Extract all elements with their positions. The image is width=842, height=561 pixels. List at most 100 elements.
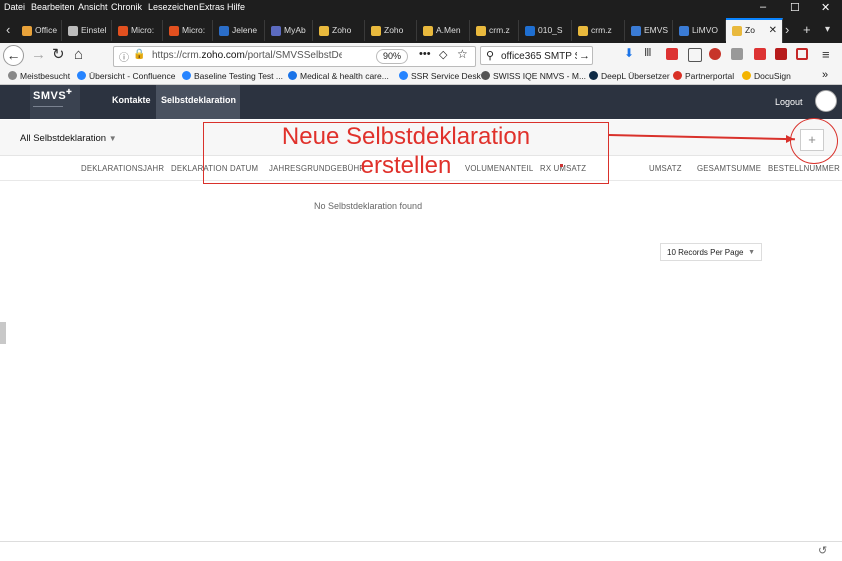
tab-favicon-icon bbox=[679, 25, 689, 36]
bookmark-item[interactable]: DeepL Übersetzer bbox=[589, 71, 670, 81]
bookmark-item[interactable]: DocuSign bbox=[742, 71, 791, 81]
side-panel-handle[interactable] bbox=[0, 322, 6, 344]
history-icon[interactable]: ↺ bbox=[818, 544, 827, 557]
view-selector[interactable]: All Selbstdeklaration ▼ bbox=[20, 133, 117, 144]
search-input[interactable]: ⚲ office365 SMTP Se → bbox=[480, 46, 593, 65]
avatar[interactable] bbox=[815, 90, 837, 112]
bookmark-label: Medical & health care... bbox=[300, 71, 389, 81]
forward-icon[interactable]: → bbox=[31, 46, 46, 64]
sidebar-icon[interactable] bbox=[688, 48, 702, 62]
close-tab-icon[interactable]: ✕ bbox=[769, 20, 777, 41]
zoom-level[interactable]: 90% bbox=[376, 49, 409, 64]
new-tab-icon[interactable]: + bbox=[803, 22, 811, 37]
bookmark-favicon-icon bbox=[589, 71, 598, 80]
tab-label: MyAb bbox=[284, 25, 306, 35]
tab-scroll-right-icon[interactable]: › bbox=[785, 22, 789, 37]
nav-kontakte[interactable]: Kontakte bbox=[112, 95, 151, 105]
browser-tab[interactable]: crm.z bbox=[572, 20, 625, 41]
browser-tab[interactable]: Zo ✕ bbox=[726, 18, 783, 43]
nav-selbstdeklaration[interactable]: Selbstdeklaration bbox=[161, 95, 236, 105]
browser-tab[interactable]: crm.z bbox=[470, 20, 519, 41]
extension-icon[interactable] bbox=[709, 48, 721, 60]
browser-tab[interactable]: A.Men bbox=[417, 20, 470, 41]
menu-help[interactable]: Hilfe bbox=[227, 2, 245, 12]
logout-link[interactable]: Logout bbox=[775, 97, 803, 107]
tab-favicon-icon bbox=[169, 25, 179, 36]
info-icon[interactable]: ⓘ bbox=[119, 49, 129, 64]
browser-tab[interactable]: Zoho bbox=[313, 20, 365, 41]
browser-tab[interactable]: Micro: bbox=[163, 20, 213, 41]
browser-tab[interactable]: EMVS bbox=[625, 20, 673, 41]
bookmark-label: DocuSign bbox=[754, 71, 791, 81]
col-gesamtsumme[interactable]: GESAMTSUMME bbox=[697, 164, 761, 173]
records-per-page-select[interactable]: 10 Records Per Page ▼ bbox=[660, 243, 762, 261]
bookmark-item[interactable]: Medical & health care... bbox=[288, 71, 389, 81]
tab-favicon-icon bbox=[271, 25, 281, 36]
pocket-icon[interactable]: ◇ bbox=[439, 48, 447, 61]
pdf-icon[interactable] bbox=[775, 48, 787, 60]
bookmark-item[interactable]: Partnerportal bbox=[673, 71, 734, 81]
bookmarks-overflow-icon[interactable]: » bbox=[822, 69, 828, 81]
search-go-icon[interactable]: → bbox=[577, 47, 590, 64]
extension-new2-icon[interactable] bbox=[754, 48, 766, 60]
reload-icon[interactable]: ↻ bbox=[52, 46, 65, 64]
bookmark-item[interactable]: Übersicht - Confluence bbox=[77, 71, 175, 81]
browser-tab[interactable]: Office bbox=[16, 20, 62, 41]
menu-view[interactable]: Ansicht bbox=[78, 2, 108, 12]
tab-favicon-icon bbox=[631, 25, 641, 36]
library-icon[interactable]: Ⅲ bbox=[644, 46, 656, 59]
tab-label: Zo bbox=[745, 25, 755, 35]
menu-file[interactable]: Datei bbox=[4, 2, 25, 12]
col-umsatz[interactable]: UMSATZ bbox=[649, 164, 682, 173]
browser-tab[interactable]: Zoho bbox=[365, 20, 417, 41]
menu-bookmarks[interactable]: Lesezeichen bbox=[148, 2, 199, 12]
bookmark-favicon-icon bbox=[77, 71, 86, 80]
search-value: office365 SMTP Se bbox=[501, 51, 587, 62]
home-icon[interactable]: ⌂ bbox=[74, 46, 83, 64]
bookmark-favicon-icon bbox=[742, 71, 751, 80]
tab-strip: ‹ Office Einstel Micro: Micro: Jelene MyAb Zoh… bbox=[0, 16, 842, 43]
tab-favicon-icon bbox=[476, 25, 486, 36]
hamburger-menu-icon[interactable]: ≡ bbox=[822, 46, 830, 64]
bookmark-item[interactable]: SSR Service Desk bbox=[399, 71, 481, 81]
menu-history[interactable]: Chronik bbox=[111, 2, 142, 12]
tab-favicon-icon bbox=[118, 25, 128, 36]
bookmark-label: Baseline Testing Test ... bbox=[194, 71, 283, 81]
smvs-logo[interactable]: SMVS ✚ bbox=[30, 85, 80, 119]
tab-favicon-icon bbox=[22, 25, 32, 36]
bookmark-favicon-icon bbox=[8, 71, 17, 80]
minimize-icon[interactable]: – bbox=[760, 1, 766, 13]
browser-tab[interactable]: 010_S bbox=[519, 20, 572, 41]
col-deklarationsjahr[interactable]: DEKLARATIONSJAHR bbox=[81, 164, 164, 173]
tab-scroll-left-icon[interactable]: ‹ bbox=[6, 22, 10, 37]
browser-tab[interactable]: Jelene bbox=[213, 20, 265, 41]
tab-favicon-icon bbox=[525, 25, 535, 36]
extension-grey-icon[interactable] bbox=[731, 48, 743, 60]
url-bar[interactable]: ⓘ 🔒 https://crm.zoho.com/portal/SMVSSelb… bbox=[113, 46, 476, 67]
bookmark-label: SSR Service Desk bbox=[411, 71, 481, 81]
download-icon[interactable]: ⬇ bbox=[624, 46, 636, 60]
tab-label: Micro: bbox=[182, 25, 206, 35]
records-per-page-label: 10 Records Per Page bbox=[667, 248, 744, 257]
page-actions-icon[interactable]: ••• bbox=[419, 48, 431, 60]
extension-new-icon[interactable] bbox=[666, 48, 678, 60]
maximize-icon[interactable]: ☐ bbox=[790, 1, 800, 14]
browser-tab[interactable]: Micro: bbox=[112, 20, 163, 41]
bookmark-item[interactable]: Meistbesucht bbox=[8, 71, 70, 81]
browser-tab[interactable]: LiMVO bbox=[673, 20, 726, 41]
menu-edit[interactable]: Bearbeiten bbox=[31, 2, 75, 12]
bookmark-item[interactable]: Baseline Testing Test ... bbox=[182, 71, 283, 81]
browser-tab[interactable]: MyAb bbox=[265, 20, 313, 41]
col-bestellnummer[interactable]: BESTELLNUMMER bbox=[768, 164, 840, 173]
tab-label: 010_S bbox=[538, 25, 563, 35]
bookmark-item[interactable]: SWISS IQE NMVS - M... bbox=[481, 71, 586, 81]
menu-tools[interactable]: Extras bbox=[199, 2, 225, 12]
annotation-text: Neue Selbstdeklaration erstellen bbox=[203, 122, 609, 180]
bookmark-star-icon[interactable]: ☆ bbox=[457, 47, 468, 61]
back-icon[interactable]: ← bbox=[3, 45, 24, 66]
close-window-icon[interactable]: ✕ bbox=[821, 1, 830, 14]
tab-list-icon[interactable]: ▾ bbox=[825, 24, 830, 35]
tab-favicon-icon bbox=[319, 25, 329, 36]
checkbox-extension-icon[interactable] bbox=[796, 48, 808, 60]
browser-tab[interactable]: Einstel bbox=[62, 20, 112, 41]
